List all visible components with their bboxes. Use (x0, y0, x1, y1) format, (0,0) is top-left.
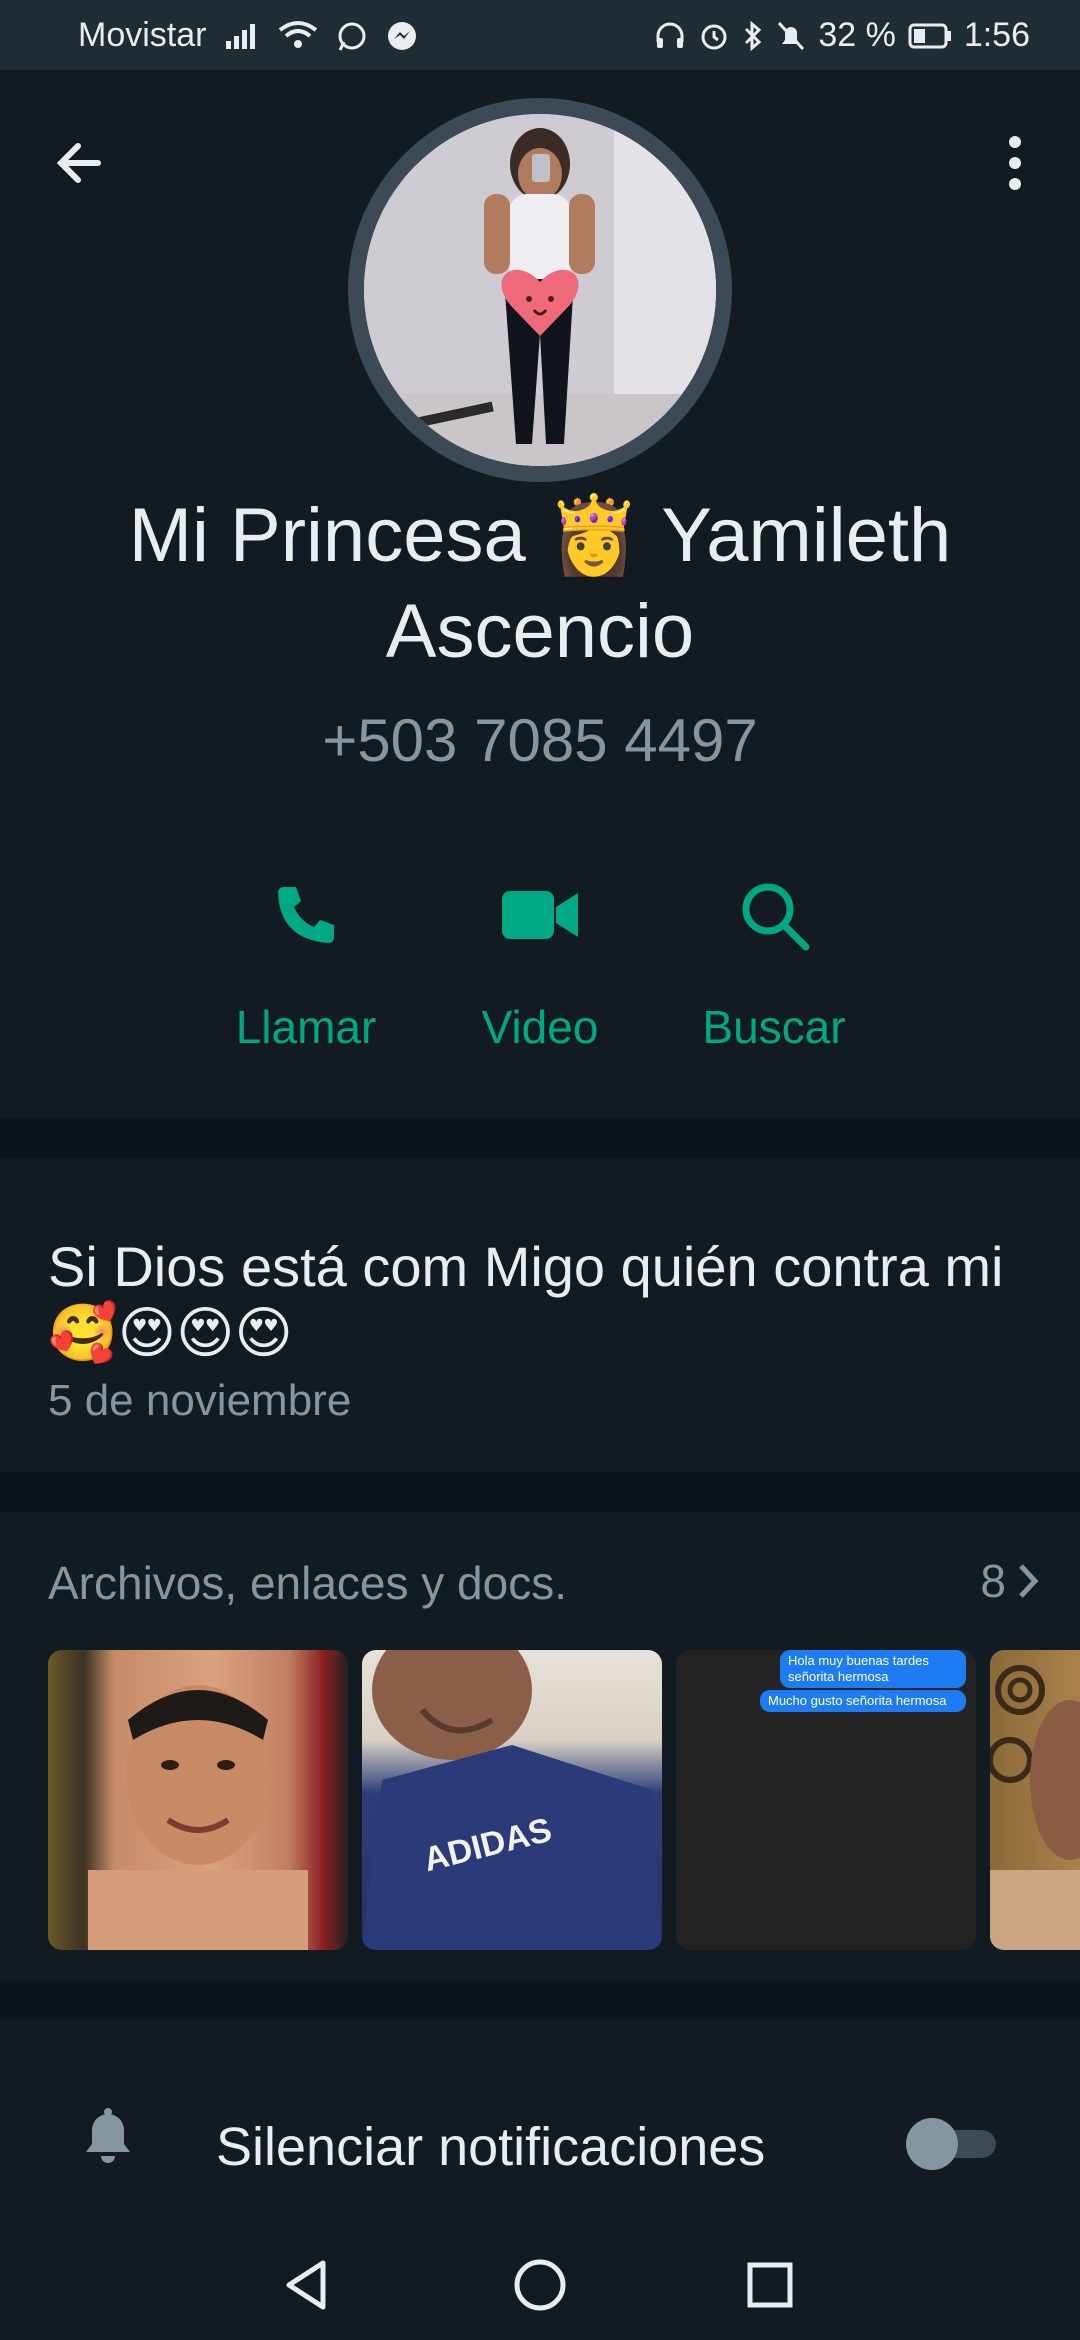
mute-toggle[interactable] (906, 2118, 996, 2170)
video-camera-icon (502, 891, 578, 939)
media-count: 8 (980, 1555, 1006, 1607)
signal-icon (224, 21, 260, 51)
video-label: Video (481, 1001, 599, 1053)
action-row: Llamar Video Buscar (0, 860, 1080, 1130)
media-count-link[interactable]: 8 (980, 1554, 1040, 1608)
media-section[interactable]: Archivos, enlaces y docs. 8 ADIDAS Hola … (0, 1512, 1080, 1980)
profile-photo (364, 114, 716, 466)
about-status: Si Dios está com Migo quién contra mi 🥰😍… (48, 1235, 1004, 1364)
wifi-icon (278, 20, 318, 52)
search-button[interactable]: Buscar (674, 860, 874, 1054)
battery-percentage: 32 % (818, 16, 896, 54)
whatsapp-notification-icon (336, 20, 368, 52)
contact-name: Mi Princesa 👸 Yamileth Ascencio (128, 493, 952, 674)
search-label: Buscar (702, 1001, 846, 1053)
mute-notifications-row[interactable]: Silenciar notificaciones (0, 2020, 1080, 2222)
about-section: Si Dios está com Migo quién contra mi 🥰😍… (0, 1158, 1080, 1472)
media-thumbnail-screenshot[interactable]: Hola muy buenas tardes señorita hermosa … (676, 1650, 976, 1950)
clock: 1:56 (963, 16, 1030, 54)
call-label: Llamar (235, 1001, 377, 1053)
system-navigation-bar (0, 2222, 1080, 2340)
video-call-button[interactable]: Video (440, 860, 640, 1054)
messenger-notification-icon (386, 20, 418, 52)
media-thumbnail[interactable] (990, 1650, 1080, 1950)
alarm-icon (698, 20, 730, 52)
nav-back-button[interactable] (272, 2250, 342, 2320)
phone-icon (278, 887, 334, 943)
bell-icon (80, 2106, 136, 2173)
chat-bubble: Hola muy buenas tardes señorita hermosa (780, 1650, 966, 1688)
carrier-name: Movistar (78, 16, 207, 54)
nav-home-button[interactable] (505, 2250, 575, 2320)
back-button[interactable] (48, 128, 118, 198)
avatar[interactable] (364, 114, 716, 466)
chevron-right-icon (1019, 1564, 1039, 1598)
circle-home-icon (514, 2259, 566, 2311)
back-arrow-icon (56, 143, 101, 183)
media-thumbnails: ADIDAS Hola muy buenas tardes señorita h… (48, 1650, 1080, 1950)
square-recents-icon (747, 2262, 793, 2308)
more-options-button[interactable] (980, 128, 1050, 198)
toggle-knob (906, 2118, 958, 2170)
triangle-back-icon (286, 2260, 326, 2310)
bell-off-icon (776, 20, 806, 52)
avatar-frame[interactable] (348, 98, 732, 482)
call-button[interactable]: Llamar (206, 860, 406, 1054)
battery-icon (908, 23, 952, 49)
nav-recents-button[interactable] (735, 2250, 805, 2320)
headphones-icon (654, 20, 686, 52)
media-thumbnail[interactable]: ADIDAS (362, 1650, 662, 1950)
media-title: Archivos, enlaces y docs. (48, 1557, 568, 1609)
phone-number[interactable]: +503 7085 4497 (0, 706, 1080, 775)
search-icon (742, 883, 810, 951)
mute-label: Silenciar notificaciones (216, 2117, 766, 2177)
profile-header: Mi Princesa 👸 Yamileth Ascencio +503 708… (0, 70, 1080, 1118)
chat-bubble: Mucho gusto señorita hermosa (760, 1690, 966, 1712)
about-date: 5 de noviembre (48, 1376, 352, 1425)
bluetooth-icon (742, 20, 764, 52)
status-bar: Movistar 32 % 1:56 (0, 0, 1080, 70)
more-vertical-icon (1009, 136, 1021, 190)
media-thumbnail[interactable] (48, 1650, 348, 1950)
